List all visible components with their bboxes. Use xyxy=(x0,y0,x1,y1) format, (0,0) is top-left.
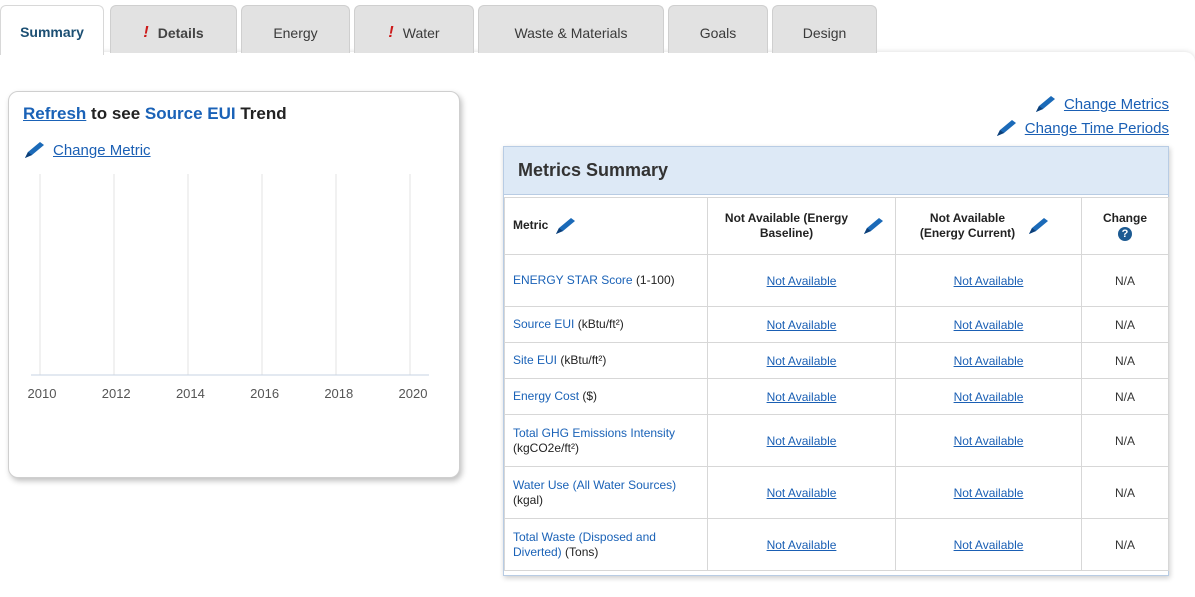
metric-name: Total Waste (Disposed and Diverted) (Ton… xyxy=(504,518,708,571)
table-row: ENERGY STAR Score (1-100) Not Available … xyxy=(504,254,1169,307)
change-value: N/A xyxy=(1081,414,1169,467)
tab-goals[interactable]: Goals xyxy=(668,5,768,53)
tab-design[interactable]: Design xyxy=(772,5,877,53)
alert-icon: ! xyxy=(388,23,394,41)
metric-name: Energy Cost ($) xyxy=(504,378,708,415)
x-tick-label: 2014 xyxy=(176,386,205,401)
current-value-link[interactable]: Not Available xyxy=(954,354,1024,368)
baseline-column-header: Not Available (Energy Baseline) xyxy=(707,197,896,255)
x-tick-label: 2012 xyxy=(102,386,131,401)
x-tick-label: 2018 xyxy=(324,386,353,401)
tab-details[interactable]: ! Details xyxy=(110,5,237,53)
chart-grid xyxy=(39,174,411,375)
pencil-icon[interactable] xyxy=(1027,216,1051,236)
tab-water[interactable]: ! Water xyxy=(354,5,474,53)
baseline-value-link[interactable]: Not Available xyxy=(767,390,837,404)
baseline-value-link[interactable]: Not Available xyxy=(767,486,837,500)
table-row: Total Waste (Disposed and Diverted) (Ton… xyxy=(504,518,1169,571)
current-value-link[interactable]: Not Available xyxy=(954,486,1024,500)
current-value-link[interactable]: Not Available xyxy=(954,390,1024,404)
metric-column-header: Metric xyxy=(504,197,708,255)
baseline-value-link[interactable]: Not Available xyxy=(767,274,837,288)
baseline-value-link[interactable]: Not Available xyxy=(767,318,837,332)
change-value: N/A xyxy=(1081,466,1169,519)
tab-waste-materials[interactable]: Waste & Materials xyxy=(478,5,664,53)
current-column-header: Not Available (Energy Current) xyxy=(895,197,1082,255)
x-tick-label: 2016 xyxy=(250,386,279,401)
alert-icon: ! xyxy=(143,23,149,41)
table-row: Source EUI (kBtu/ft²) Not Available Not … xyxy=(504,306,1169,343)
table-row: Energy Cost ($) Not Available Not Availa… xyxy=(504,378,1169,415)
current-value-link[interactable]: Not Available xyxy=(954,318,1024,332)
change-value: N/A xyxy=(1081,518,1169,571)
current-value-link[interactable]: Not Available xyxy=(954,274,1024,288)
metrics-summary: Metrics Summary Metric Not Available (En… xyxy=(503,146,1169,576)
x-tick-label: 2010 xyxy=(28,386,57,401)
change-metric-link[interactable]: Change Metric xyxy=(53,142,151,159)
tab-summary[interactable]: Summary xyxy=(0,5,104,55)
metric-name: Total GHG Emissions Intensity (kgCO2e/ft… xyxy=(504,414,708,467)
table-header-row: Metric Not Available (Energy Baseline) N… xyxy=(504,197,1169,255)
pencil-icon[interactable] xyxy=(862,216,886,236)
change-time-periods-link[interactable]: Change Time Periods xyxy=(1025,120,1169,137)
help-icon[interactable]: ? xyxy=(1118,227,1132,241)
chart-title: Refresh to see Source EUI Trend xyxy=(23,104,287,123)
pencil-icon[interactable] xyxy=(1034,94,1058,114)
change-links: Change Metrics Change Time Periods xyxy=(995,92,1169,140)
change-metrics-link[interactable]: Change Metrics xyxy=(1064,96,1169,113)
table-row: Water Use (All Water Sources) (kgal) Not… xyxy=(504,466,1169,519)
metric-name: ENERGY STAR Score (1-100) xyxy=(504,254,708,307)
refresh-link[interactable]: Refresh xyxy=(23,104,86,123)
x-axis-ticks: 2010 2012 2014 2016 2018 2020 xyxy=(28,386,428,401)
pencil-icon[interactable] xyxy=(554,216,578,236)
metric-name: Site EUI (kBtu/ft²) xyxy=(504,342,708,379)
change-value: N/A xyxy=(1081,342,1169,379)
baseline-value-link[interactable]: Not Available xyxy=(767,538,837,552)
metrics-table: Metric Not Available (Energy Baseline) N… xyxy=(504,197,1169,571)
pencil-icon[interactable] xyxy=(23,140,47,160)
metric-name: Source EUI (kBtu/ft²) xyxy=(504,306,708,343)
current-value-link[interactable]: Not Available xyxy=(954,538,1024,552)
pencil-icon[interactable] xyxy=(995,118,1019,138)
change-value: N/A xyxy=(1081,378,1169,415)
change-column-header: Change ? xyxy=(1081,197,1169,255)
change-value: N/A xyxy=(1081,254,1169,307)
change-metric-row: Change Metric xyxy=(23,140,151,160)
change-metrics-row: Change Metrics xyxy=(995,92,1169,116)
x-tick-label: 2020 xyxy=(399,386,428,401)
table-row: Site EUI (kBtu/ft²) Not Available Not Av… xyxy=(504,342,1169,379)
change-value: N/A xyxy=(1081,306,1169,343)
metric-name: Water Use (All Water Sources) (kgal) xyxy=(504,466,708,519)
baseline-value-link[interactable]: Not Available xyxy=(767,354,837,368)
metrics-summary-title: Metrics Summary xyxy=(504,147,1168,195)
baseline-value-link[interactable]: Not Available xyxy=(767,434,837,448)
tab-energy[interactable]: Energy xyxy=(241,5,350,53)
trend-chart-card: 2010 2012 2014 2016 2018 2020 Refresh to see … xyxy=(8,91,460,478)
change-time-periods-row: Change Time Periods xyxy=(995,116,1169,140)
current-value-link[interactable]: Not Available xyxy=(954,434,1024,448)
table-row: Total GHG Emissions Intensity (kgCO2e/ft… xyxy=(504,414,1169,467)
tab-bar: Summary ! Details Energy ! Water Waste &… xyxy=(0,5,1195,55)
